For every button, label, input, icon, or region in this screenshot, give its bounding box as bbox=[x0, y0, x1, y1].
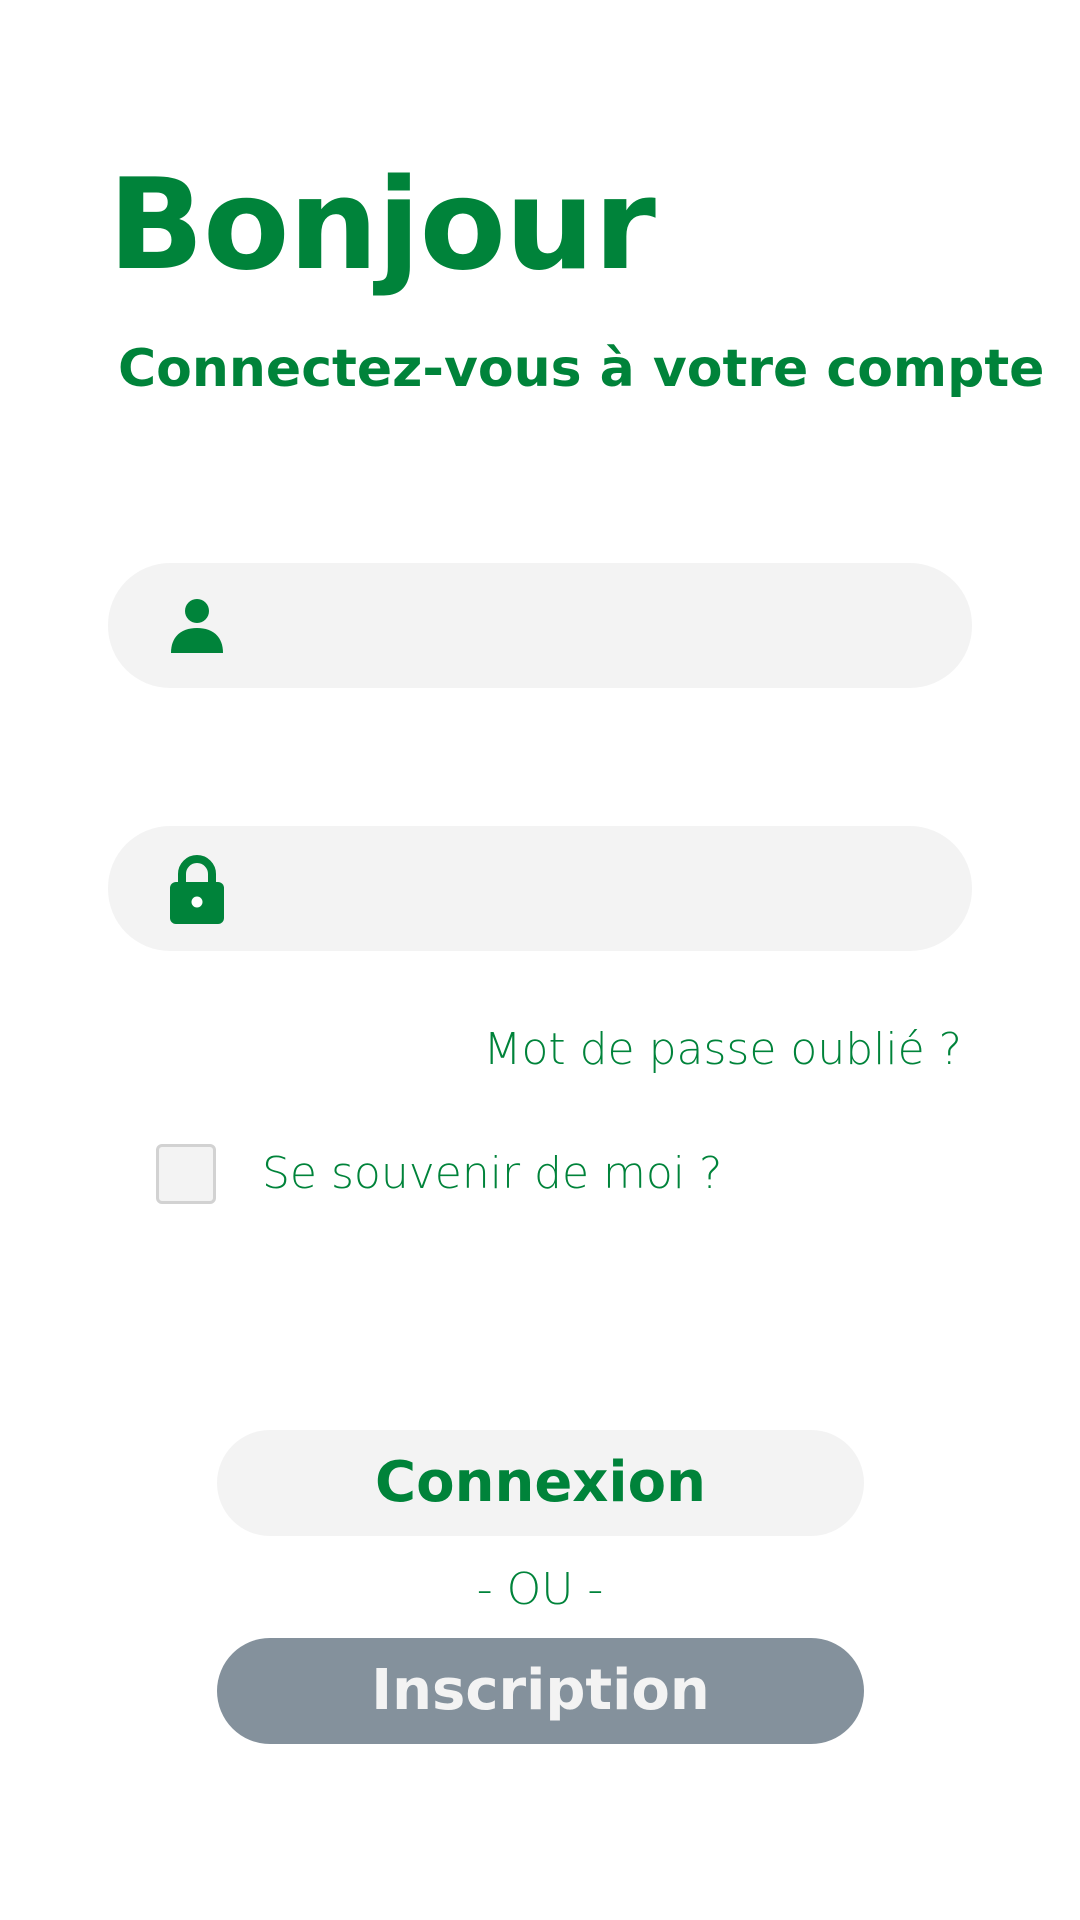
page-title: Bonjour bbox=[108, 151, 656, 298]
password-input[interactable] bbox=[258, 826, 932, 951]
remember-me[interactable]: Se souvenir de moi ? bbox=[156, 1140, 722, 1208]
signup-button[interactable]: Inscription bbox=[217, 1638, 864, 1744]
login-button[interactable]: Connexion bbox=[217, 1430, 864, 1536]
user-icon bbox=[164, 593, 230, 659]
lock-icon bbox=[164, 854, 230, 924]
password-field[interactable] bbox=[108, 826, 972, 951]
forgot-password-link[interactable]: Mot de passe oublié ? bbox=[484, 1020, 963, 1080]
remember-me-checkbox[interactable] bbox=[156, 1144, 216, 1204]
remember-me-label: Se souvenir de moi ? bbox=[262, 1148, 723, 1199]
page-subtitle: Connectez-vous à votre compte bbox=[118, 339, 1045, 399]
username-field[interactable] bbox=[108, 563, 972, 688]
username-input[interactable] bbox=[258, 563, 932, 688]
or-separator: - OU - bbox=[476, 1564, 604, 1615]
